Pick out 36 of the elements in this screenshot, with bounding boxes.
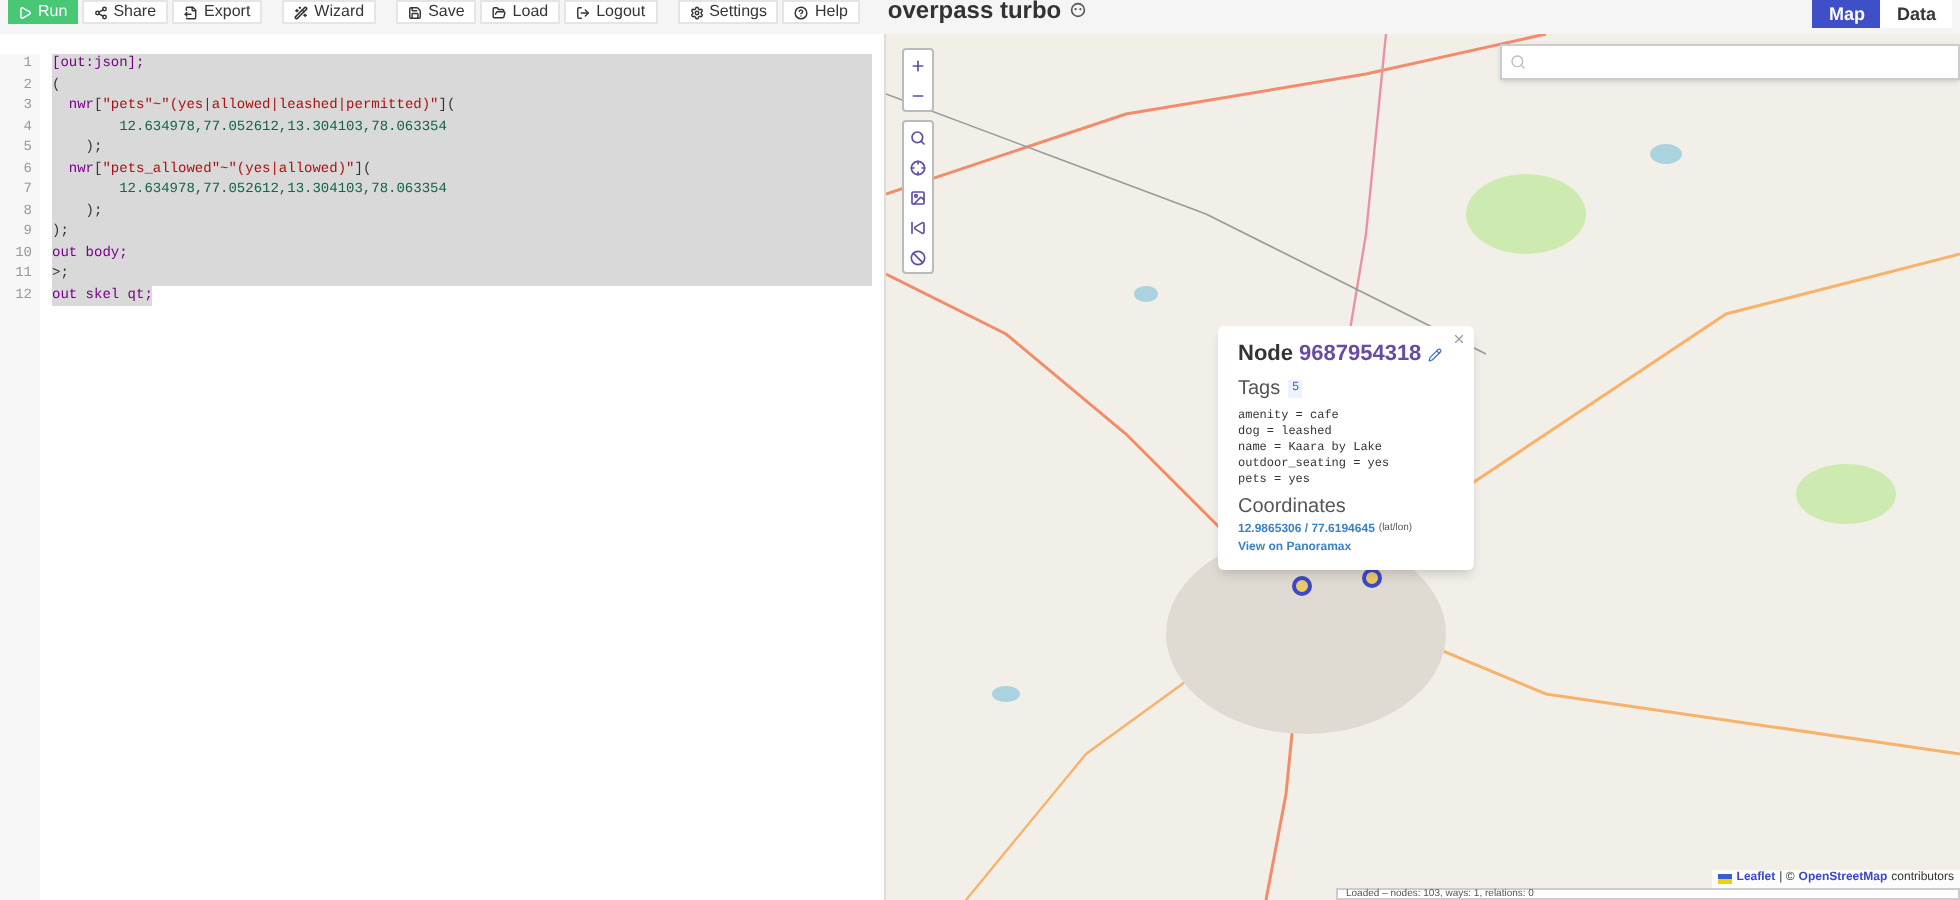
toolbar-button[interactable]: Help [782, 0, 860, 24]
toolbar-button[interactable]: Share [81, 0, 169, 24]
wand-icon [294, 5, 309, 19]
coordinates-heading: Coordinates [1238, 493, 1348, 521]
settings-icon [689, 5, 704, 19]
tags-heading: Tags [1238, 375, 1281, 403]
close-icon[interactable] [1452, 332, 1466, 346]
pencil-icon[interactable] [1427, 347, 1442, 362]
popup-heading: Node [1238, 340, 1293, 370]
toolbar-button[interactable]: Settings [677, 0, 779, 24]
toolbar-button[interactable]: Load [480, 0, 561, 24]
image-icon [910, 189, 926, 205]
toolbar-button[interactable]: Logout [564, 0, 658, 24]
toolbar-button[interactable]: Save [396, 0, 477, 24]
app-title: overpass turbo [887, 0, 1062, 22]
search-icon [1510, 54, 1526, 70]
help-icon [794, 5, 809, 19]
toolbar-button[interactable]: Export [172, 0, 263, 24]
share-icon [93, 5, 108, 19]
prohibited-icon [910, 249, 926, 265]
skip-icon [910, 219, 926, 235]
export-icon [184, 5, 199, 19]
folder-icon [492, 5, 507, 19]
toolbar-button[interactable]: Wizard [282, 0, 377, 24]
crosshair-icon [910, 159, 926, 175]
view-tab[interactable]: Map [1812, 0, 1881, 28]
search-field[interactable] [1500, 44, 1960, 80]
face-icon [1069, 2, 1086, 18]
save-icon [408, 5, 423, 19]
logout-icon [576, 5, 591, 19]
play-icon [18, 5, 32, 19]
view-tab[interactable]: Data [1880, 0, 1952, 28]
flag-icon [1718, 874, 1733, 884]
search-icon [910, 129, 926, 145]
plus-icon [910, 57, 926, 73]
node-id-link[interactable]: 9687954318 [1299, 338, 1422, 371]
